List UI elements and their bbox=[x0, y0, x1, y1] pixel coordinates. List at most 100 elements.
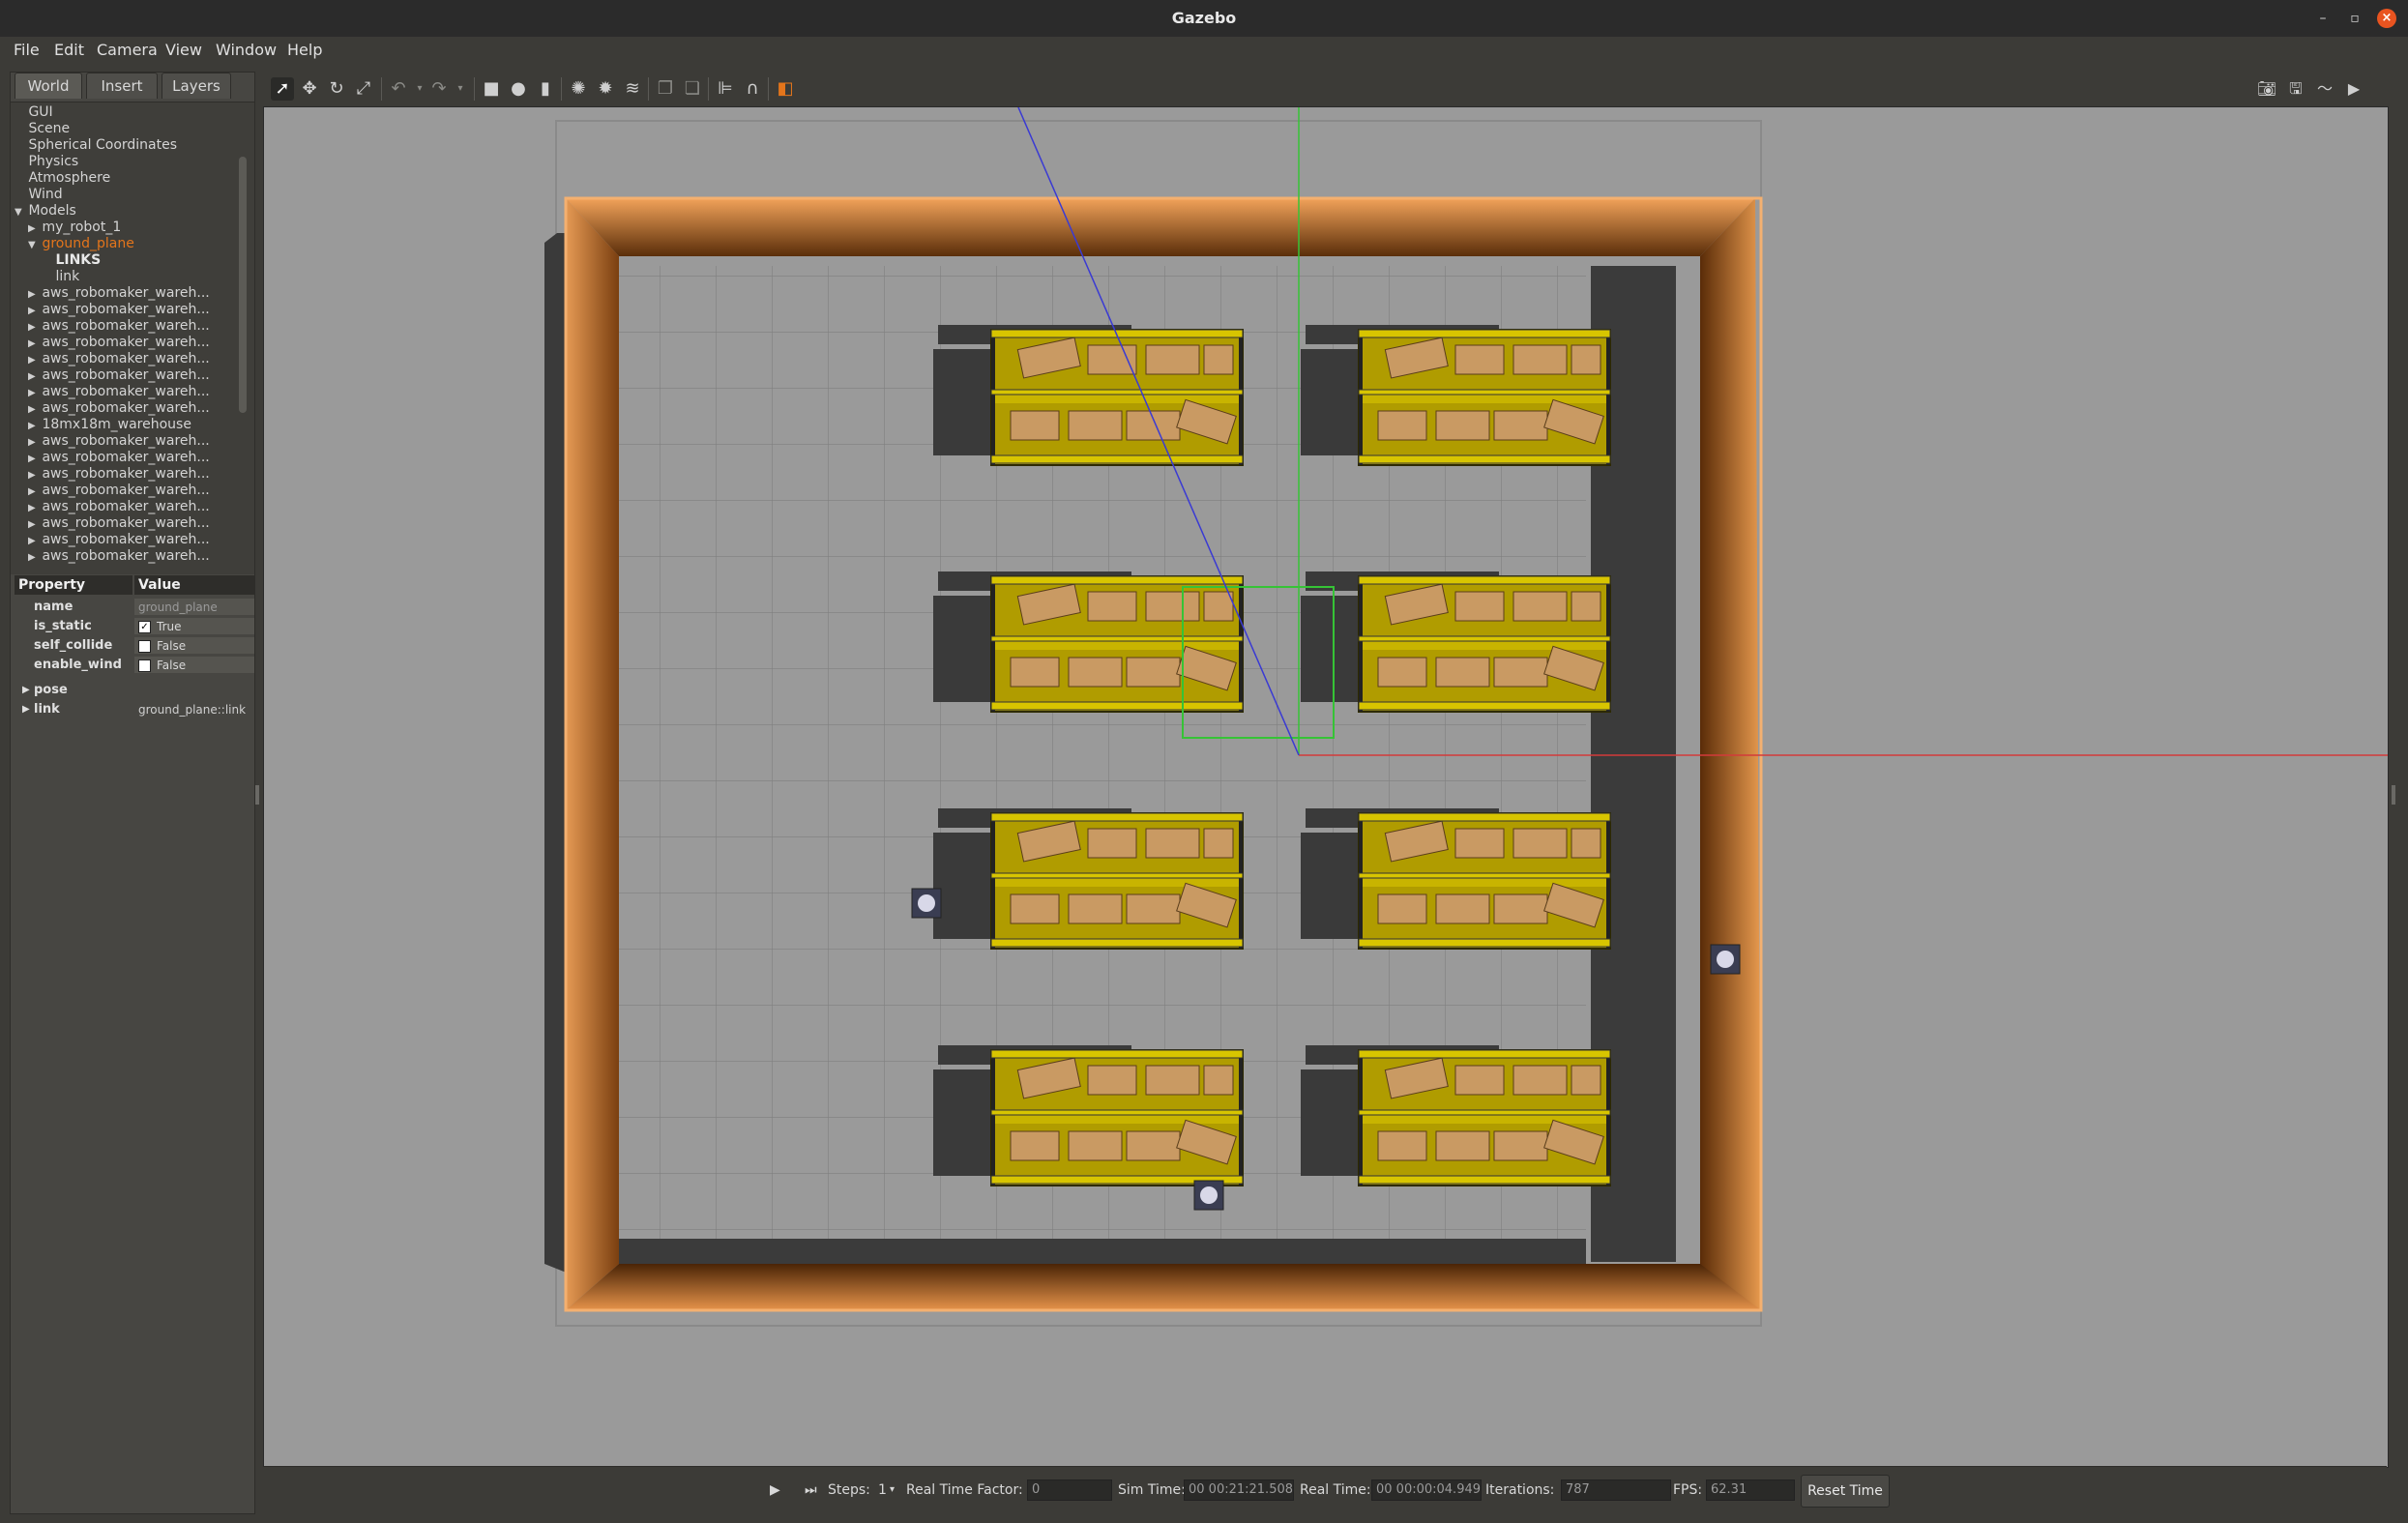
redo-icon[interactable]: ↷ bbox=[427, 77, 451, 101]
tree-item[interactable]: ▶ aws_robomaker_wareh... bbox=[28, 483, 210, 499]
property-row-link[interactable]: ▶ link ground_plane::link bbox=[15, 701, 250, 718]
plot-icon[interactable]: 〜 bbox=[2313, 77, 2336, 101]
tree-item[interactable]: ▶ aws_robomaker_wareh... bbox=[28, 499, 210, 515]
scale-icon[interactable]: ⤢ bbox=[352, 77, 375, 101]
minimize-button[interactable]: – bbox=[2313, 9, 2333, 28]
collapsed-arrow-icon[interactable]: ▶ bbox=[28, 483, 38, 500]
tree-item[interactable]: Scene bbox=[15, 121, 70, 137]
tree-item[interactable]: ▶ aws_robomaker_wareh... bbox=[28, 285, 210, 302]
menu-help[interactable]: Help bbox=[287, 41, 322, 59]
tree-item[interactable]: link bbox=[42, 269, 79, 285]
menu-window[interactable]: Window bbox=[216, 41, 277, 59]
scene-render[interactable] bbox=[264, 107, 2388, 1467]
tree-item[interactable]: ▶ aws_robomaker_wareh... bbox=[28, 433, 210, 450]
cylinder-icon[interactable]: ▮ bbox=[534, 77, 557, 101]
steps-dropdown-icon[interactable]: ▾ bbox=[890, 1480, 895, 1500]
expanded-arrow-icon[interactable]: ▼ bbox=[15, 204, 24, 220]
tree-item[interactable]: ▶ aws_robomaker_wareh... bbox=[28, 384, 210, 400]
log-icon[interactable]: 🖫︎ bbox=[2284, 77, 2307, 101]
align-icon[interactable]: ⊫ bbox=[714, 77, 737, 101]
redo-dropdown-icon[interactable]: ▾ bbox=[449, 77, 472, 101]
collapsed-arrow-icon[interactable]: ▶ bbox=[28, 286, 38, 303]
tree-item[interactable]: Wind bbox=[15, 187, 62, 203]
tree-item[interactable]: ▶ aws_robomaker_wareh... bbox=[28, 532, 210, 548]
collapsed-arrow-icon[interactable]: ▶ bbox=[28, 418, 38, 434]
change-view-icon[interactable]: ◧ bbox=[774, 77, 797, 101]
tree-item[interactable]: ▶ aws_robomaker_wareh... bbox=[28, 302, 210, 318]
property-value[interactable]: False bbox=[134, 657, 254, 673]
tree-scrollbar[interactable] bbox=[239, 157, 247, 413]
tree-item[interactable]: ▶ aws_robomaker_wareh... bbox=[28, 351, 210, 367]
maximize-button[interactable]: ▫ bbox=[2345, 9, 2364, 28]
sphere-icon[interactable]: ● bbox=[507, 77, 530, 101]
select-icon[interactable]: ➚ bbox=[271, 77, 294, 101]
collapsed-arrow-icon[interactable]: ▶ bbox=[28, 336, 38, 352]
video-icon[interactable]: ▶︎ bbox=[2342, 77, 2365, 101]
collapsed-arrow-icon[interactable]: ▶ bbox=[28, 303, 38, 319]
point-light-icon[interactable]: ✺ bbox=[567, 77, 590, 101]
collapsed-arrow-icon[interactable]: ▶ bbox=[28, 434, 38, 451]
tree-item[interactable]: Spherical Coordinates bbox=[15, 137, 177, 154]
tree-item[interactable]: ▶ aws_robomaker_wareh... bbox=[28, 400, 210, 417]
checkbox-unchecked[interactable] bbox=[138, 640, 151, 653]
steps-value[interactable]: 1 bbox=[878, 1480, 887, 1500]
translate-icon[interactable]: ✥ bbox=[298, 77, 321, 101]
close-button[interactable]: × bbox=[2377, 9, 2396, 28]
scene-viewport[interactable] bbox=[263, 106, 2389, 1468]
tree-item[interactable]: ▶ aws_robomaker_wareh... bbox=[28, 548, 210, 565]
paste-icon[interactable]: ❏ bbox=[681, 77, 704, 101]
tree-item[interactable]: GUI bbox=[15, 104, 52, 121]
collapsed-arrow-icon[interactable]: ▶ bbox=[28, 220, 38, 237]
tree-item[interactable]: LINKS bbox=[42, 252, 101, 269]
collapsed-arrow-icon[interactable]: ▶ bbox=[28, 352, 38, 368]
property-value[interactable]: ✓ True bbox=[134, 618, 254, 634]
expanded-arrow-icon[interactable]: ▼ bbox=[28, 237, 38, 253]
collapsed-arrow-icon[interactable]: ▶ bbox=[28, 516, 38, 533]
tree-item[interactable]: Atmosphere bbox=[15, 170, 110, 187]
collapsed-arrow-icon[interactable]: ▶ bbox=[28, 500, 38, 516]
checkbox-checked[interactable]: ✓ bbox=[138, 621, 151, 633]
expand-arrow-icon[interactable]: ▶ bbox=[22, 682, 30, 699]
tree-item[interactable]: ▶ aws_robomaker_wareh... bbox=[28, 318, 210, 335]
collapsed-arrow-icon[interactable]: ▶ bbox=[28, 319, 38, 336]
collapsed-arrow-icon[interactable]: ▶ bbox=[28, 368, 38, 385]
directional-light-icon[interactable]: ≋ bbox=[621, 77, 644, 101]
reset-time-button[interactable]: Reset Time bbox=[1801, 1475, 1890, 1508]
world-tree[interactable]: GUI Scene Spherical Coordinates Physics … bbox=[11, 102, 254, 574]
menu-file[interactable]: File bbox=[14, 41, 40, 59]
collapsed-arrow-icon[interactable]: ▶ bbox=[28, 467, 38, 483]
right-panel-splitter[interactable] bbox=[2392, 785, 2395, 805]
copy-icon[interactable]: ❐ bbox=[654, 77, 677, 101]
checkbox-unchecked[interactable] bbox=[138, 659, 151, 672]
tree-item[interactable]: ▼ ground_plane bbox=[28, 236, 134, 252]
tab-world[interactable]: World bbox=[15, 73, 82, 99]
expand-arrow-icon[interactable]: ▶ bbox=[22, 701, 30, 718]
tree-item[interactable]: ▼ Models bbox=[15, 203, 76, 220]
tree-item[interactable]: ▶ 18mx18m_warehouse bbox=[28, 417, 191, 433]
tree-item[interactable]: ▶ aws_robomaker_wareh... bbox=[28, 515, 210, 532]
tree-item[interactable]: ▶ my_robot_1 bbox=[28, 220, 121, 236]
box-icon[interactable]: ■ bbox=[480, 77, 503, 101]
property-value[interactable]: False bbox=[134, 637, 254, 654]
panel-splitter[interactable] bbox=[255, 785, 259, 805]
tree-item[interactable]: ▶ aws_robomaker_wareh... bbox=[28, 367, 210, 384]
screenshot-icon[interactable]: 📷︎ bbox=[2255, 77, 2278, 101]
snap-icon[interactable]: ∩ bbox=[741, 77, 764, 101]
menu-camera[interactable]: Camera bbox=[97, 41, 158, 59]
property-row-pose[interactable]: ▶ pose bbox=[15, 682, 250, 699]
tab-insert[interactable]: Insert bbox=[86, 73, 158, 99]
tree-item[interactable]: ▶ aws_robomaker_wareh... bbox=[28, 450, 210, 466]
spot-light-icon[interactable]: ✹ bbox=[594, 77, 617, 101]
rotate-icon[interactable]: ↻ bbox=[325, 77, 348, 101]
collapsed-arrow-icon[interactable]: ▶ bbox=[28, 533, 38, 549]
tab-layers[interactable]: Layers bbox=[162, 73, 231, 99]
collapsed-arrow-icon[interactable]: ▶ bbox=[28, 401, 38, 418]
undo-icon[interactable]: ↶ bbox=[387, 77, 410, 101]
collapsed-arrow-icon[interactable]: ▶ bbox=[28, 385, 38, 401]
menu-view[interactable]: View bbox=[165, 41, 202, 59]
tree-item[interactable]: ▶ aws_robomaker_wareh... bbox=[28, 335, 210, 351]
play-icon[interactable]: ▶ bbox=[770, 1480, 780, 1500]
tree-item[interactable]: ▶ aws_robomaker_wareh... bbox=[28, 466, 210, 483]
collapsed-arrow-icon[interactable]: ▶ bbox=[28, 451, 38, 467]
tree-item[interactable]: Physics bbox=[15, 154, 78, 170]
